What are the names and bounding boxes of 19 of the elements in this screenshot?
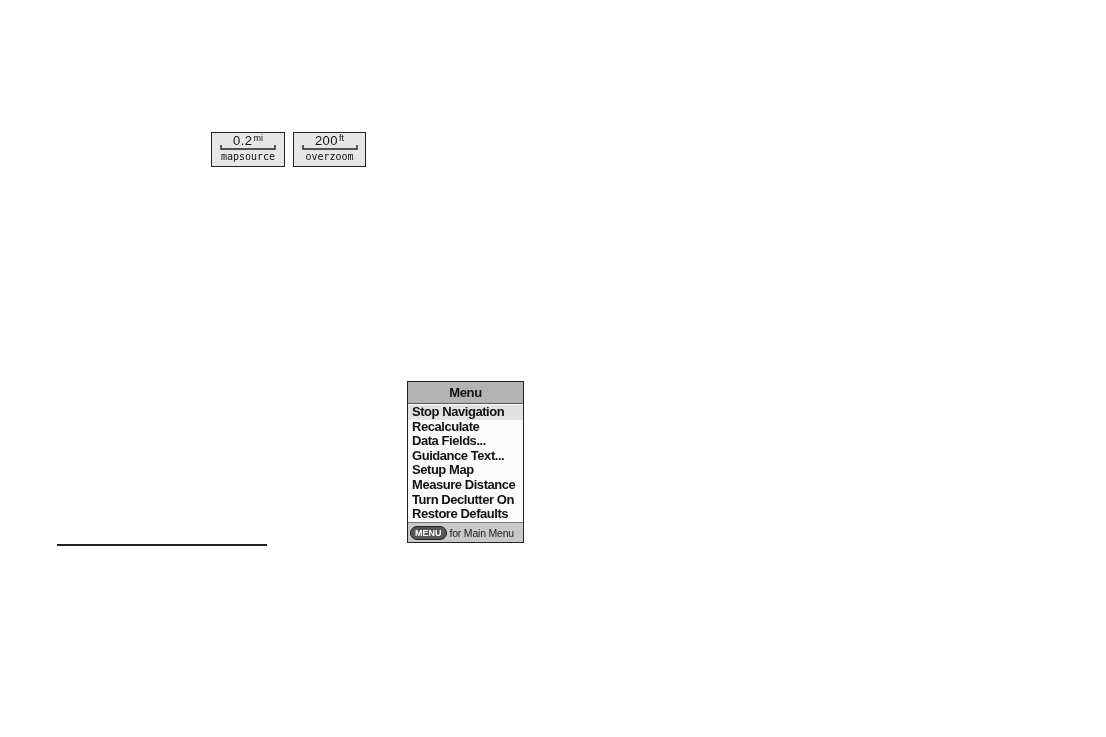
footer-hint: for Main Menu: [449, 526, 514, 539]
menu-item[interactable]: Guidance Text...: [408, 448, 523, 464]
menu-item[interactable]: Stop Navigation: [408, 405, 523, 420]
menu-item[interactable]: Setup Map: [408, 463, 523, 478]
menu-item[interactable]: Data Fields...: [408, 434, 523, 449]
scale-caption: overzoom: [305, 151, 354, 163]
scale-value: 0.2: [232, 134, 253, 147]
menu-item[interactable]: Turn Declutter On: [408, 492, 523, 508]
scale-unit: ft: [339, 134, 345, 143]
menu-item[interactable]: Recalculate: [408, 419, 523, 435]
scale-bar-icon: [220, 145, 276, 150]
scale-caption: mapsource: [220, 151, 276, 163]
menu-title: Menu: [408, 382, 523, 404]
menu-key: MENU: [410, 525, 447, 540]
scale-value: 200: [314, 134, 339, 147]
menu-item[interactable]: Restore Defaults: [408, 507, 523, 522]
scale-unit: mi: [253, 134, 264, 143]
scale-bar-icon: [301, 145, 358, 150]
menu-item[interactable]: Measure Distance: [408, 477, 523, 493]
